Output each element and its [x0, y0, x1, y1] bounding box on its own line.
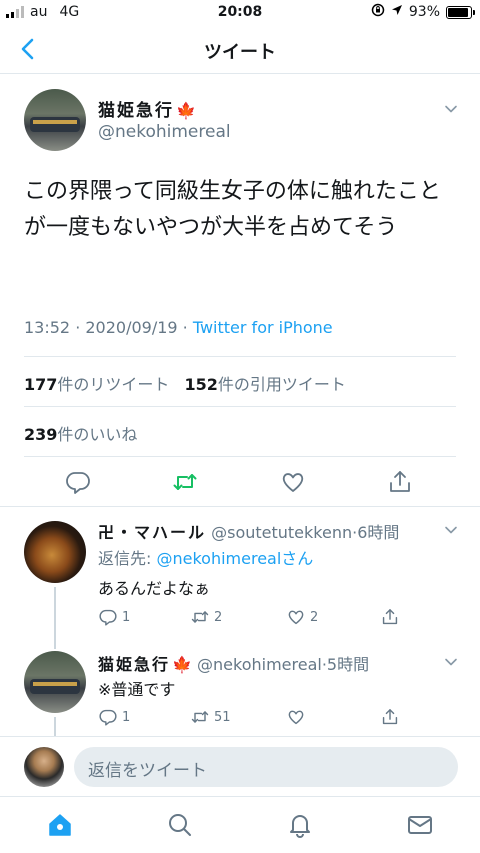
status-right: 93% [371, 3, 475, 21]
battery-percent: 93% [408, 4, 440, 20]
retweet-icon [191, 611, 209, 623]
reply-author-handle[interactable]: @nekohimereal [197, 655, 322, 674]
current-user-avatar[interactable] [24, 747, 64, 787]
tweet-timestamp: 13:52 · 2020/09/19 · [24, 318, 193, 337]
tab-bar [0, 796, 480, 853]
page-title: ツイート [204, 42, 276, 63]
reply-text: あるんだよなぁ [98, 579, 211, 598]
reply-time: ·5時間 [321, 655, 370, 674]
divider [24, 356, 456, 357]
share-icon[interactable] [386, 468, 414, 496]
share-button[interactable] [380, 607, 400, 627]
author-handle[interactable]: @nekohimereal [98, 122, 231, 142]
reply-avatar[interactable] [24, 651, 86, 713]
retweet-count: 2 [214, 609, 223, 625]
location-icon [391, 4, 403, 20]
reply-icon [99, 609, 117, 626]
retweet-count: 177 [24, 375, 58, 394]
like-count: 239 [24, 425, 58, 444]
chevron-down-icon[interactable] [444, 102, 458, 116]
reply-avatar[interactable] [24, 521, 86, 583]
tweet-text: この界隈って同級生女子の体に触れたことが一度もないやつが大半を占めてそう [24, 179, 441, 240]
orientation-lock-icon [371, 3, 385, 21]
likes-stats[interactable]: 239件のいいね [24, 421, 137, 445]
maple-leaf-emoji: 🍁 [176, 101, 198, 120]
reply-tweet[interactable]: 猫姫急行 🍁 @nekohimereal·5時間 ※普通です 1 51 [0, 643, 480, 736]
reply-tweet[interactable]: 卍・マハール @soutetutekkenn·6時間 返信先: @nekohim… [0, 507, 480, 643]
quotes-label: 件の引用ツイート [217, 375, 346, 394]
divider [24, 456, 456, 457]
thread-line [54, 717, 56, 736]
reply-author-name[interactable]: 卍・マハール [98, 523, 206, 542]
reply-actions: 1 51 [98, 707, 458, 729]
reply-text: ※普通です [98, 680, 176, 699]
author-name-text: 猫姫急行 [98, 101, 174, 121]
reply-count: 1 [122, 709, 131, 725]
author-name[interactable]: 猫姫急行 🍁 [98, 96, 198, 121]
retweet-icon[interactable] [171, 468, 199, 496]
divider [24, 406, 456, 407]
tweet-meta: 13:52 · 2020/09/19 · Twitter for iPhone [24, 318, 333, 337]
thread-line [54, 587, 56, 643]
likes-label: 件のいいね [57, 425, 138, 444]
reply-actions: 1 2 2 [98, 607, 458, 629]
reply-icon [99, 709, 117, 726]
thread-line [54, 643, 56, 649]
retweets-label: 件のリツイート [57, 375, 170, 394]
notifications-icon[interactable] [286, 811, 314, 839]
heart-icon [288, 610, 304, 625]
retweets-stat[interactable]: 177件のリツイート [24, 375, 169, 394]
reply-to-line: 返信先: @nekohimerealさん [98, 545, 313, 569]
heart-icon [288, 710, 304, 725]
author-avatar[interactable] [24, 89, 86, 151]
status-bar: au 4G 20:08 93% [0, 0, 480, 26]
reply-to-label: 返信先: [98, 549, 157, 568]
retweet-quote-stats: 177件のリツイート 152件の引用ツイート [24, 371, 346, 395]
reply-count: 1 [122, 609, 131, 625]
reply-compose-bar: 返信をツイート [0, 736, 480, 796]
share-icon [382, 609, 398, 625]
share-button[interactable] [380, 707, 400, 727]
chevron-down-icon[interactable] [444, 655, 458, 669]
nav-header: ツイート [0, 26, 480, 74]
heart-icon[interactable] [279, 468, 307, 496]
like-button[interactable] [286, 707, 310, 727]
reply-to-handle[interactable]: @nekohimerealさん [156, 549, 313, 568]
maple-leaf-emoji: 🍁 [172, 655, 192, 674]
quote-count: 152 [184, 375, 218, 394]
tweet-source[interactable]: Twitter for iPhone [193, 318, 333, 337]
reply-header: 猫姫急行 🍁 @nekohimereal·5時間 [98, 651, 369, 675]
like-button[interactable]: 2 [286, 607, 318, 627]
reply-icon[interactable] [64, 468, 92, 496]
reply-button[interactable]: 1 [98, 607, 130, 627]
reply-input[interactable]: 返信をツイート [74, 747, 458, 787]
retweet-button[interactable]: 51 [190, 707, 231, 727]
home-icon[interactable] [46, 811, 74, 839]
retweet-button[interactable]: 2 [190, 607, 222, 627]
quotes-stat[interactable]: 152件の引用ツイート [185, 375, 346, 394]
retweet-count: 51 [214, 709, 231, 725]
reply-header: 卍・マハール @soutetutekkenn·6時間 [98, 519, 399, 543]
share-icon [382, 709, 398, 725]
reply-author-handle[interactable]: @soutetutekkenn [211, 523, 352, 542]
chevron-down-icon[interactable] [444, 523, 458, 537]
reply-author-name[interactable]: 猫姫急行 [98, 655, 170, 674]
reply-time: ·6時間 [352, 523, 400, 542]
search-icon[interactable] [166, 811, 194, 839]
retweet-icon [191, 711, 209, 723]
tweet-actions [0, 468, 480, 496]
reply-button[interactable]: 1 [98, 707, 130, 727]
battery-icon [446, 5, 475, 19]
messages-icon[interactable] [406, 811, 434, 839]
like-count: 2 [310, 609, 319, 625]
